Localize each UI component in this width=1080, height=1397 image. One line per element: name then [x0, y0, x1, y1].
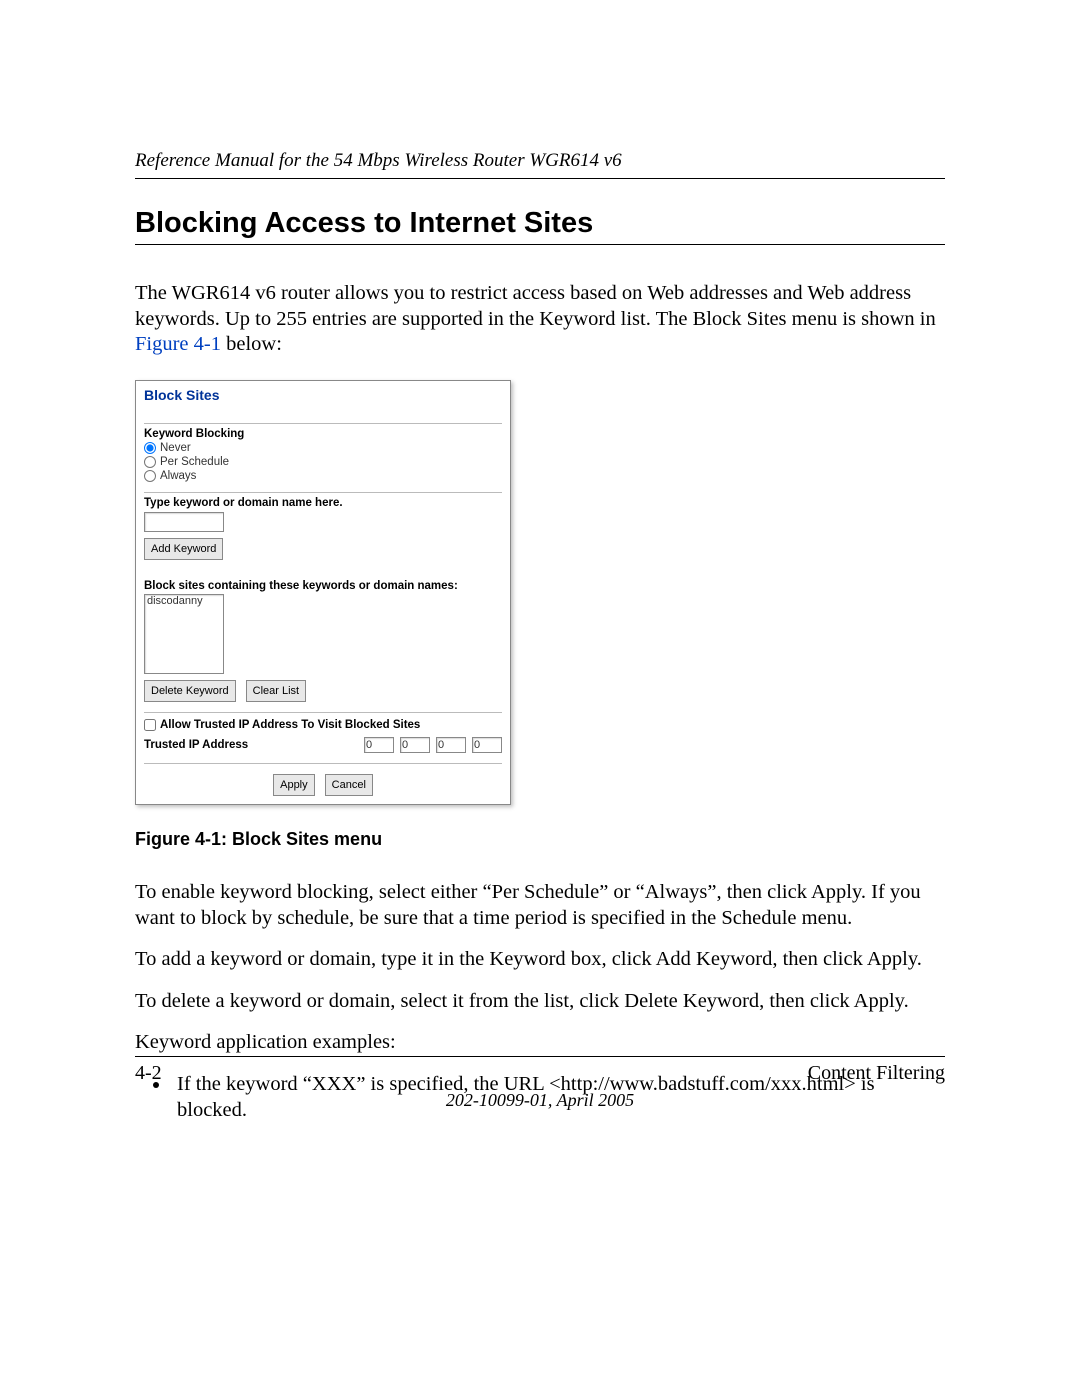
radio-never-label: Never — [160, 442, 191, 454]
intro-text-b: below: — [221, 333, 282, 355]
radio-always-input[interactable] — [144, 470, 156, 482]
footer-page-number: 4-2 — [135, 1062, 162, 1085]
radio-always[interactable]: Always — [144, 470, 502, 482]
intro-text-a: The WGR614 v6 router allows you to restr… — [135, 282, 936, 330]
radio-never-input[interactable] — [144, 442, 156, 454]
figure-caption: Figure 4-1: Block Sites menu — [135, 829, 945, 850]
block-list-label: Block sites containing these keywords or… — [144, 580, 502, 592]
trusted-ip-octet-1[interactable] — [364, 737, 394, 753]
intro-paragraph: The WGR614 v6 router allows you to restr… — [135, 281, 945, 358]
trusted-ip-label: Trusted IP Address — [144, 739, 248, 751]
radio-never[interactable]: Never — [144, 442, 502, 454]
footer-rule — [135, 1056, 945, 1057]
type-keyword-label: Type keyword or domain name here. — [144, 497, 502, 509]
footer-chapter: Content Filtering — [808, 1062, 945, 1085]
allow-trusted-checkbox[interactable] — [144, 719, 156, 731]
allow-trusted-label: Allow Trusted IP Address To Visit Blocke… — [160, 719, 420, 731]
trusted-ip-octet-2[interactable] — [400, 737, 430, 753]
figure-block-sites: Block Sites Keyword Blocking Never Per S… — [135, 380, 945, 850]
paragraph-enable: To enable keyword blocking, select eithe… — [135, 880, 945, 931]
clear-list-button[interactable]: Clear List — [246, 680, 306, 702]
delete-keyword-button[interactable]: Delete Keyword — [144, 680, 236, 702]
list-item[interactable]: discodanny — [147, 595, 221, 607]
block-sites-panel: Block Sites Keyword Blocking Never Per S… — [135, 380, 511, 805]
apply-button[interactable]: Apply — [273, 774, 315, 796]
trusted-ip-octet-4[interactable] — [472, 737, 502, 753]
trusted-ip-octet-3[interactable] — [436, 737, 466, 753]
figure-reference-link[interactable]: Figure 4-1 — [135, 333, 221, 355]
footer-doc-number: 202-10099-01, April 2005 — [0, 1090, 1080, 1111]
radio-per-schedule[interactable]: Per Schedule — [144, 456, 502, 468]
paragraph-delete: To delete a keyword or domain, select it… — [135, 989, 945, 1015]
radio-per-schedule-input[interactable] — [144, 456, 156, 468]
paragraph-examples-lead: Keyword application examples: — [135, 1030, 945, 1056]
radio-per-schedule-label: Per Schedule — [160, 456, 229, 468]
keyword-input[interactable] — [144, 512, 224, 532]
paragraph-add: To add a keyword or domain, type it in t… — [135, 947, 945, 973]
cancel-button[interactable]: Cancel — [325, 774, 373, 796]
add-keyword-button[interactable]: Add Keyword — [144, 538, 223, 560]
keyword-listbox[interactable]: discodanny — [144, 594, 224, 674]
keyword-blocking-subhead: Keyword Blocking — [144, 428, 502, 440]
section-heading: Blocking Access to Internet Sites — [135, 207, 945, 245]
radio-always-label: Always — [160, 470, 196, 482]
allow-trusted-row[interactable]: Allow Trusted IP Address To Visit Blocke… — [144, 719, 502, 731]
running-header: Reference Manual for the 54 Mbps Wireles… — [135, 150, 945, 179]
panel-title: Block Sites — [144, 387, 502, 419]
